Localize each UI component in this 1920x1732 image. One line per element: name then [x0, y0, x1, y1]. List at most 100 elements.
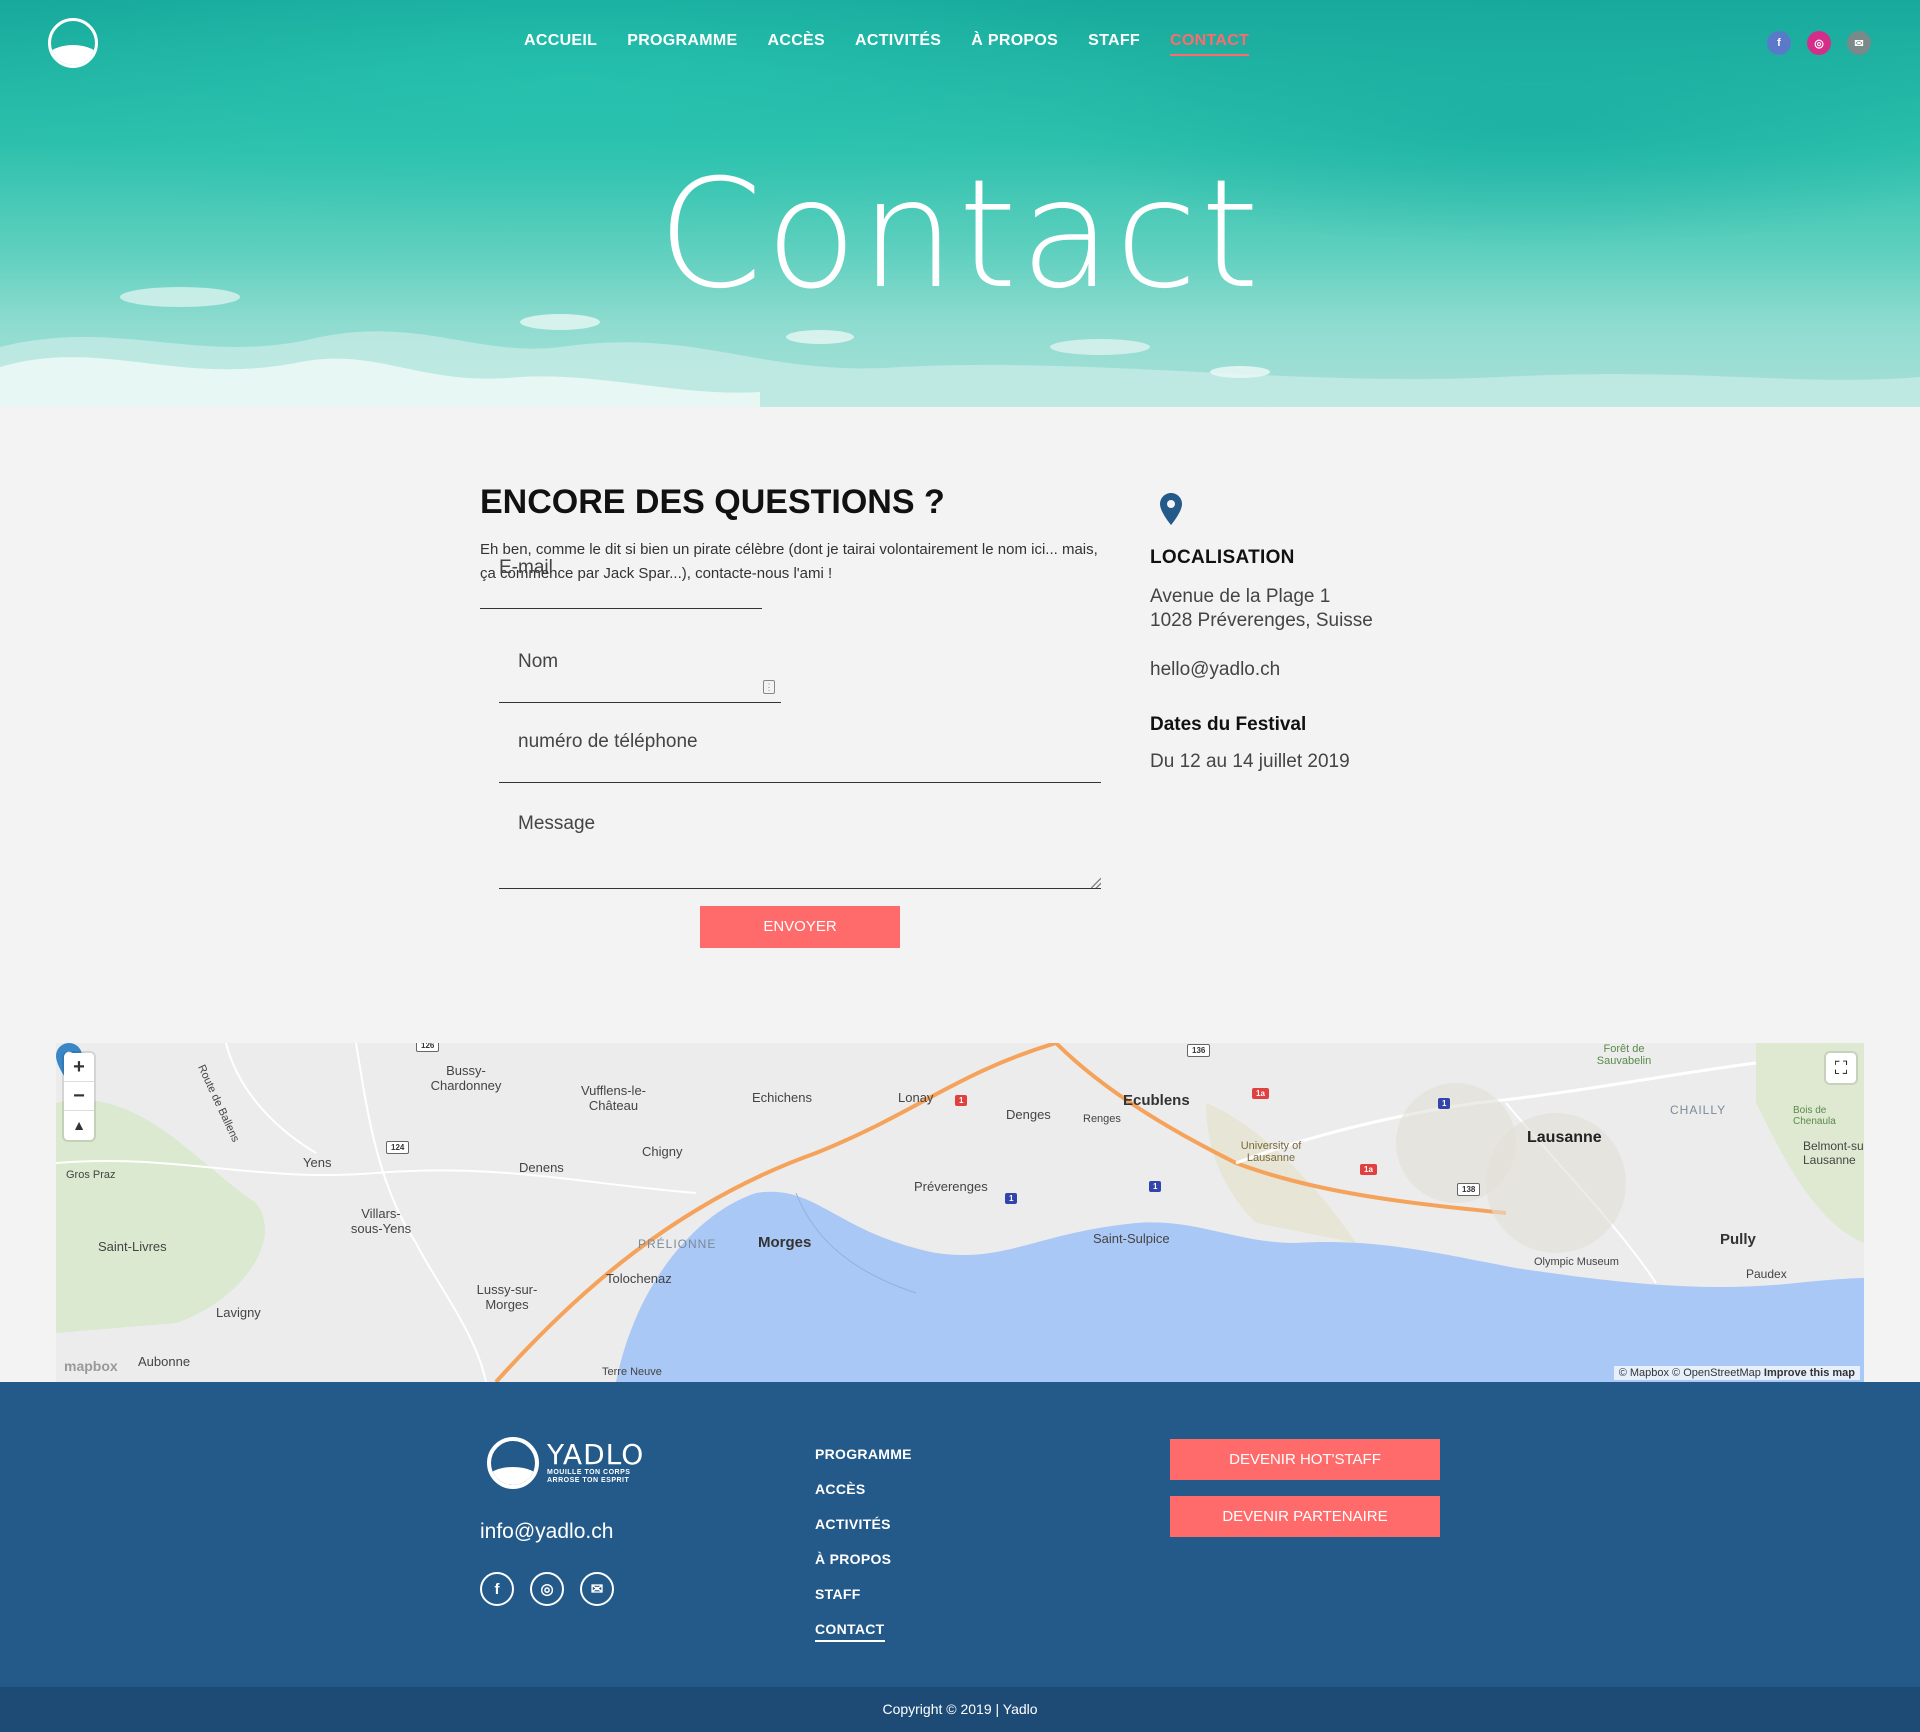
name-field[interactable]: Nom ⋮ — [499, 639, 781, 703]
partner-button[interactable]: DEVENIR PARTENAIRE — [1170, 1496, 1440, 1537]
road-badge-138: 138 — [1457, 1183, 1481, 1196]
instagram-icon[interactable]: ◎ — [1807, 31, 1831, 55]
footer-nav-activites[interactable]: ACTIVITÉS — [815, 1516, 912, 1532]
road-badge-136: 136 — [1187, 1044, 1211, 1057]
map-label-morges: Morges — [758, 1234, 812, 1251]
map-label-lussy: Lussy-sur-Morges — [476, 1282, 538, 1312]
map-attribution: © Mapbox © OpenStreetMap Improve this ma… — [1613, 1366, 1860, 1380]
map-label-saint-sulpice: Saint-Sulpice — [1093, 1231, 1170, 1246]
zoom-out-button[interactable]: − — [64, 1082, 94, 1111]
footer-nav-programme[interactable]: PROGRAMME — [815, 1446, 912, 1462]
location-heading: LOCALISATION — [1150, 547, 1295, 568]
map-label-denges: Denges — [1006, 1107, 1051, 1122]
map-label-yens: Yens — [303, 1155, 332, 1170]
map-label-bois-chenaula: Bois de Chenaula — [1793, 1105, 1836, 1127]
footer-social-links: f ◎ ✉ — [480, 1572, 614, 1606]
email-icon[interactable]: ✉ — [580, 1572, 614, 1606]
map-label-villars: Villars-sous-Yens — [350, 1206, 412, 1236]
location-map[interactable]: Lausanne Morges Ecublens Pully Bussy-Cha… — [56, 1043, 1864, 1382]
map-label-saint-livres: Saint-Livres — [98, 1239, 167, 1254]
name-label: Nom — [518, 651, 559, 672]
attribution-text[interactable]: © Mapbox © OpenStreetMap — [1619, 1367, 1761, 1379]
map-zoom-controls: + − ▲ — [64, 1053, 94, 1140]
hero-banner: ACCUEIL PROGRAMME ACCÈS ACTIVITÉS À PROP… — [0, 0, 1920, 407]
nav-activites[interactable]: ACTIVITÉS — [855, 32, 941, 56]
location-pin-icon — [1160, 493, 1182, 525]
zoom-in-button[interactable]: + — [64, 1053, 94, 1082]
site-footer: YADLO MOUILLE TON CORPS ARROSE TON ESPRI… — [0, 1382, 1920, 1687]
social-links-top: f ◎ ✉ — [1767, 31, 1871, 55]
nav-programme[interactable]: PROGRAMME — [627, 32, 737, 56]
road-badge-1-east: 1 — [1438, 1098, 1451, 1109]
road-badge-a1: 1 — [955, 1095, 968, 1106]
copyright: Copyright © 2019 | Yadlo — [0, 1687, 1920, 1732]
nav-accueil[interactable]: ACCUEIL — [524, 32, 597, 56]
road-badge-1-mid: 1 — [1149, 1181, 1162, 1192]
mapbox-logo[interactable]: mapbox — [64, 1358, 118, 1374]
map-canvas — [56, 1043, 1864, 1382]
facebook-icon[interactable]: f — [480, 1572, 514, 1606]
festival-dates: Du 12 au 14 juillet 2019 — [1150, 751, 1350, 772]
contact-email[interactable]: hello@yadlo.ch — [1150, 658, 1280, 682]
map-label-lonay: Lonay — [898, 1090, 934, 1105]
instagram-icon[interactable]: ◎ — [530, 1572, 564, 1606]
phone-label: numéro de téléphone — [518, 731, 698, 752]
map-label-lausanne: Lausanne — [1527, 1129, 1602, 1146]
message-field[interactable]: Message — [499, 799, 1101, 889]
map-label-denens: Denens — [519, 1160, 564, 1175]
map-label-aubonne: Aubonne — [138, 1354, 191, 1369]
fullscreen-button[interactable]: ⛶ — [1826, 1053, 1856, 1083]
nav-a-propos[interactable]: À PROPOS — [971, 32, 1058, 56]
road-badge-1-west: 1 — [1005, 1193, 1018, 1204]
footer-logo-circle-icon — [487, 1437, 539, 1489]
email-field[interactable]: E-mail — [480, 545, 762, 609]
hot-staff-button[interactable]: DEVENIR HOT'STAFF — [1170, 1439, 1440, 1480]
footer-nav-acces[interactable]: ACCÈS — [815, 1481, 912, 1497]
map-label-prelionne: PRÉLIONNE — [638, 1237, 717, 1251]
map-label-sauvabelin: Forêt de Sauvabelin — [1596, 1043, 1652, 1067]
footer-nav-staff[interactable]: STAFF — [815, 1586, 912, 1602]
contact-heading: ENCORE DES QUESTIONS ? — [480, 483, 945, 521]
map-label-university: University of Lausanne — [1240, 1140, 1302, 1164]
map-label-lavigny: Lavigny — [216, 1305, 261, 1320]
road-badge-1a-north: 1a — [1252, 1088, 1269, 1099]
footer-nav-a-propos[interactable]: À PROPOS — [815, 1551, 912, 1567]
map-label-ecublens: Ecublens — [1123, 1092, 1190, 1109]
email-icon[interactable]: ✉ — [1847, 31, 1871, 55]
map-label-chailly: CHAILLY — [1670, 1103, 1727, 1117]
send-button[interactable]: ENVOYER — [700, 906, 900, 948]
map-label-paudex: Paudex — [1746, 1267, 1787, 1281]
map-label-vufflens: Vufflens-le-Château — [580, 1083, 647, 1113]
address-line2: 1028 Préverenges, Suisse — [1150, 610, 1373, 631]
footer-tagline-2: ARROSE TON ESPRIT — [547, 1477, 630, 1484]
map-label-echichens: Echichens — [752, 1090, 812, 1105]
site-logo[interactable] — [48, 18, 98, 68]
autofill-icon[interactable]: ⋮ — [763, 680, 775, 694]
map-label-belmont: Belmont-sur-Lausanne — [1803, 1139, 1864, 1167]
road-badge-124: 124 — [386, 1141, 410, 1154]
dates-heading: Dates du Festival — [1150, 714, 1307, 735]
nav-contact[interactable]: CONTACT — [1170, 32, 1250, 56]
resize-handle-icon[interactable] — [1091, 878, 1101, 888]
message-label: Message — [518, 813, 596, 834]
road-badge-126: 126 — [416, 1043, 440, 1052]
footer-logo[interactable]: YADLO MOUILLE TON CORPS ARROSE TON ESPRI… — [487, 1437, 644, 1489]
map-label-pully: Pully — [1720, 1231, 1756, 1248]
facebook-icon[interactable]: f — [1767, 31, 1791, 55]
improve-map-link[interactable]: Improve this map — [1764, 1367, 1855, 1379]
email-label: E-mail — [499, 557, 553, 578]
nav-staff[interactable]: STAFF — [1088, 32, 1140, 56]
phone-field[interactable]: numéro de téléphone — [499, 719, 1101, 783]
main-nav: ACCUEIL PROGRAMME ACCÈS ACTIVITÉS À PROP… — [524, 32, 1250, 56]
map-label-olympic-museum: Olympic Museum — [1534, 1256, 1619, 1268]
footer-nav-contact[interactable]: CONTACT — [815, 1621, 885, 1642]
footer-nav: PROGRAMME ACCÈS ACTIVITÉS À PROPOS STAFF… — [815, 1446, 912, 1661]
nav-acces[interactable]: ACCÈS — [767, 32, 825, 56]
address-line1: Avenue de la Plage 1 — [1150, 586, 1331, 607]
compass-button[interactable]: ▲ — [64, 1111, 94, 1140]
map-label-preverenges: Préverenges — [914, 1179, 988, 1194]
map-label-tolochenaz: Tolochenaz — [606, 1271, 672, 1286]
map-label-renges: Renges — [1083, 1113, 1121, 1125]
map-label-gros-praz: Gros Praz — [66, 1169, 116, 1181]
map-label-terre-neuve: Terre Neuve — [602, 1366, 662, 1378]
